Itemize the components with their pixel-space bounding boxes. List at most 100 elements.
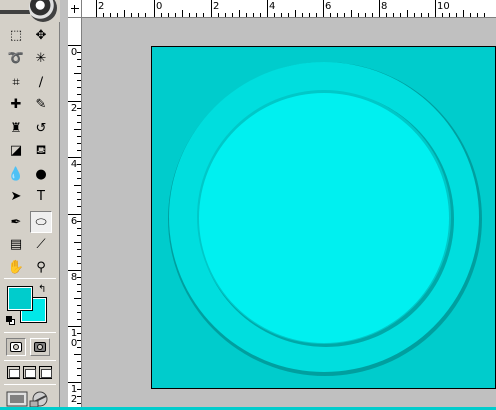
ruler-major-tick: [68, 326, 81, 327]
horizontal-ruler[interactable]: 2 0 2 4 6 8 10: [68, 0, 496, 18]
canvas-workspace[interactable]: [82, 18, 496, 410]
dashed-rectangle-icon: ⬚: [9, 27, 23, 43]
ruler-minor-tick: [77, 312, 81, 313]
ruler-minor-tick: [400, 13, 401, 17]
marquee-tool[interactable]: ⬚: [5, 24, 27, 46]
ruler-minor-tick: [463, 10, 464, 17]
ruler-minor-tick: [407, 10, 408, 17]
ruler-minor-tick: [77, 94, 81, 95]
ruler-minor-tick: [239, 10, 240, 17]
magic-wand-tool[interactable]: ✳: [30, 47, 52, 69]
ruler-minor-tick: [281, 13, 282, 17]
move-tool[interactable]: ✥: [30, 24, 52, 46]
ruler-minor-tick: [138, 13, 139, 17]
type-tool[interactable]: T: [30, 185, 52, 207]
zoom-tool[interactable]: ⚲: [30, 256, 52, 278]
ruler-minor-tick: [77, 164, 81, 165]
ruler-minor-tick: [337, 13, 338, 17]
ruler-origin[interactable]: [68, 0, 82, 18]
pen-tool[interactable]: ✒: [5, 211, 27, 233]
brush-tool[interactable]: ✎: [30, 93, 52, 115]
ruler-minor-tick: [161, 13, 162, 17]
toolbox-divider: [4, 332, 56, 333]
toolbox-divider: [4, 384, 56, 385]
ruler-minor-tick: [295, 10, 296, 17]
ruler-minor-tick: [260, 13, 261, 17]
lasso-tool[interactable]: ➰: [5, 47, 27, 69]
toolbox-header[interactable]: [0, 0, 60, 22]
ruler-minor-tick: [74, 354, 81, 355]
history-brush-icon: ↺: [35, 120, 47, 136]
crop-tool[interactable]: ⌗: [5, 71, 27, 93]
clone-stamp-tool[interactable]: ♜: [5, 117, 27, 139]
ruler-minor-tick: [225, 13, 226, 17]
ruler-minor-tick: [77, 235, 81, 236]
swap-colors-icon[interactable]: ↰: [38, 284, 46, 295]
standard-screen-mode-button[interactable]: [7, 366, 20, 379]
ruler-minor-tick: [77, 122, 81, 123]
ruler-minor-tick: [77, 263, 81, 264]
ruler-minor-tick: [77, 403, 81, 404]
ruler-minor-tick: [302, 13, 303, 17]
ruler-minor-tick: [77, 221, 81, 222]
ruler-label: 0: [70, 47, 78, 58]
hand-tool[interactable]: ✋: [5, 256, 27, 278]
ruler-minor-tick: [393, 13, 394, 17]
magic-wand-icon: ✳: [35, 50, 47, 66]
eraser-tool[interactable]: ◪: [5, 139, 27, 161]
magnifier-icon: ⚲: [36, 259, 46, 275]
note-icon: ▤: [9, 236, 23, 252]
notes-tool[interactable]: ▤: [5, 233, 27, 255]
history-brush-tool[interactable]: ↺: [30, 117, 52, 139]
ruler-minor-tick: [175, 13, 176, 17]
ruler-label: 4: [70, 159, 78, 170]
ruler-minor-tick: [77, 59, 81, 60]
inner-disc: [199, 93, 449, 343]
ruler-minor-tick: [74, 73, 81, 74]
full-screen-mode-button[interactable]: [39, 366, 52, 379]
ruler-major-tick: [323, 0, 324, 17]
ruler-minor-tick: [77, 199, 81, 200]
vertical-ruler[interactable]: 024681012: [68, 18, 82, 410]
hand-icon: ✋: [7, 259, 25, 275]
toolbox-divider: [4, 278, 56, 279]
standard-mode-button[interactable]: [6, 338, 26, 356]
image-canvas[interactable]: [151, 46, 496, 389]
ruler-minor-tick: [168, 13, 169, 17]
ruler-minor-tick: [232, 13, 233, 17]
ruler-minor-tick: [77, 192, 81, 193]
ruler-minor-tick: [77, 347, 81, 348]
healing-brush-tool[interactable]: ✚: [5, 93, 27, 115]
eyedropper-tool[interactable]: ⟋: [30, 233, 52, 255]
paint-bucket-icon: ⛾: [35, 142, 47, 158]
ruler-label: 4: [269, 1, 276, 12]
ruler-minor-tick: [74, 185, 81, 186]
standard-mode-icon: [10, 342, 22, 352]
full-screen-menu-mode-button[interactable]: [23, 366, 36, 379]
default-foreground-icon: [6, 316, 12, 322]
ruler-label: 2: [98, 1, 105, 12]
quick-mask-mode-button[interactable]: [30, 338, 50, 356]
dodge-tool[interactable]: ●: [30, 163, 52, 185]
ruler-major-tick: [267, 0, 268, 17]
paint-bucket-tool[interactable]: ⛾: [30, 139, 52, 161]
ruler-major-tick: [68, 270, 81, 271]
ruler-minor-tick: [77, 361, 81, 362]
slice-tool[interactable]: ∕: [30, 71, 52, 93]
arrow-pointer-icon: ➤: [10, 188, 22, 204]
blur-tool[interactable]: 💧: [5, 163, 27, 185]
ruler-minor-tick: [77, 389, 81, 390]
move-arrow-icon: ✥: [35, 27, 47, 43]
foreground-color-swatch[interactable]: [7, 286, 33, 311]
ruler-minor-tick: [77, 115, 81, 116]
ruler-minor-tick: [470, 13, 471, 17]
path-selection-tool[interactable]: ➤: [5, 185, 27, 207]
jump-to-imageready-button[interactable]: [6, 390, 52, 408]
ellipse-tool[interactable]: ⬭: [30, 211, 52, 233]
slice-knife-icon: ∕: [38, 74, 44, 90]
eraser-icon: ◪: [9, 142, 23, 158]
type-t-icon: T: [37, 188, 45, 204]
ruler-minor-tick: [316, 13, 317, 17]
ruler-label: 2: [213, 1, 220, 12]
default-colors-icon[interactable]: [6, 316, 15, 325]
